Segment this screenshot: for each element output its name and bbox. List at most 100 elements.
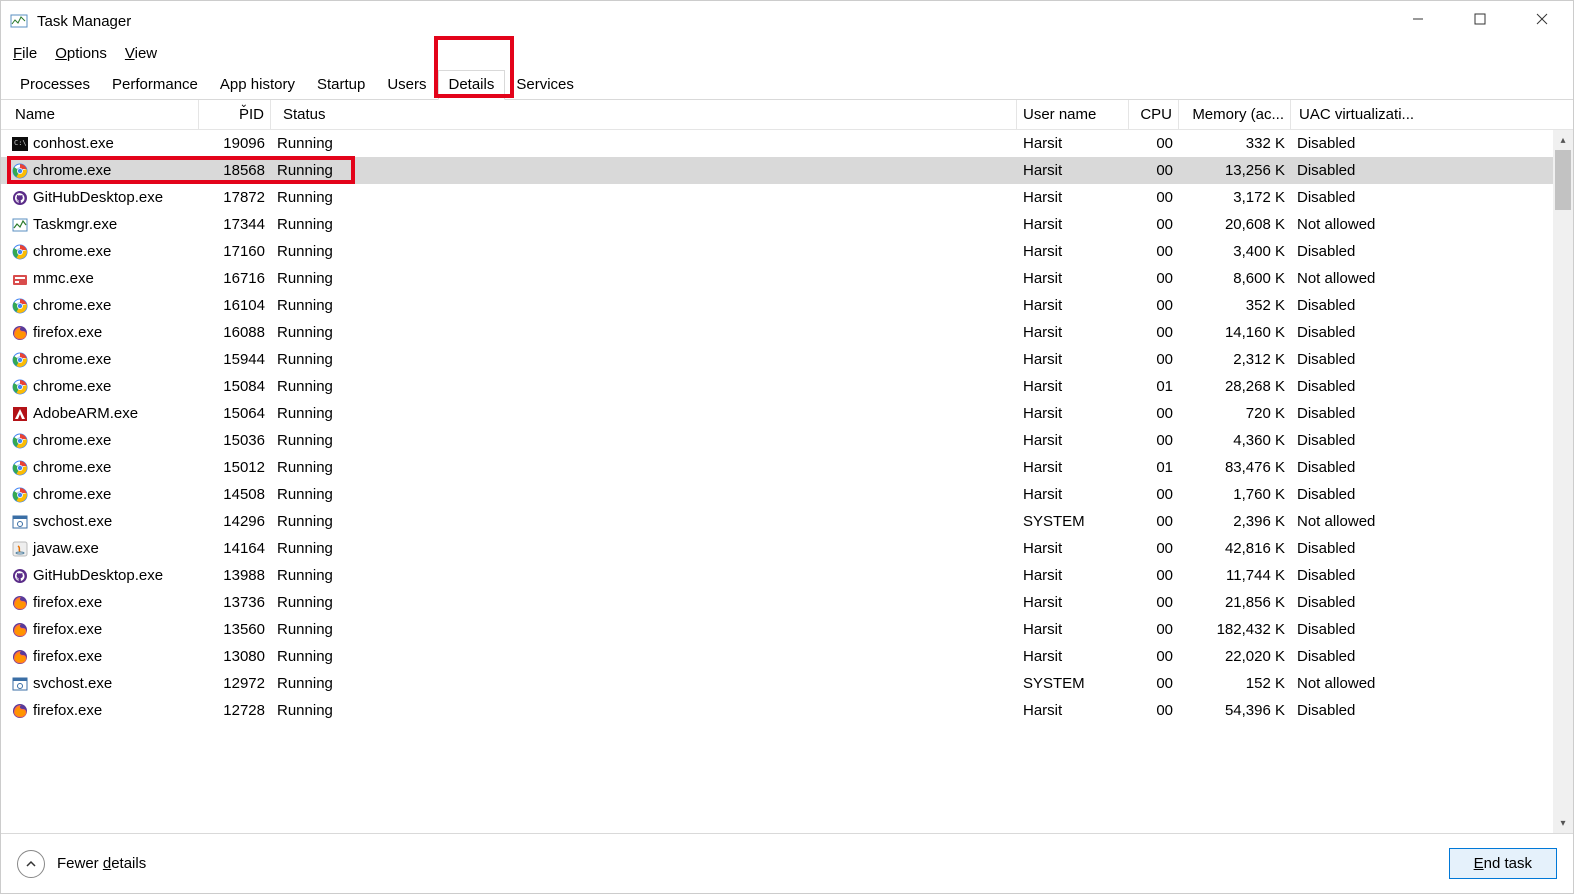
chrome-icon — [11, 351, 29, 369]
github-icon — [11, 567, 29, 585]
process-name: GitHubDesktop.exe — [33, 189, 163, 206]
process-memory: 8,600 K — [1179, 270, 1291, 287]
process-uac: Disabled — [1291, 648, 1423, 665]
process-row[interactable]: chrome.exe17160RunningHarsit003,400 KDis… — [1, 238, 1573, 265]
process-row[interactable]: firefox.exe13736RunningHarsit0021,856 KD… — [1, 589, 1573, 616]
tab-app-history[interactable]: App history — [209, 70, 306, 99]
tab-users[interactable]: Users — [376, 70, 437, 99]
process-row[interactable]: chrome.exe14508RunningHarsit001,760 KDis… — [1, 481, 1573, 508]
process-name: firefox.exe — [33, 594, 102, 611]
chrome-icon — [11, 162, 29, 180]
process-row[interactable]: Taskmgr.exe17344RunningHarsit0020,608 KN… — [1, 211, 1573, 238]
process-name: svchost.exe — [33, 513, 112, 530]
process-row[interactable]: javaw.exe14164RunningHarsit0042,816 KDis… — [1, 535, 1573, 562]
chrome-icon — [11, 297, 29, 315]
menu-view[interactable]: View — [125, 45, 157, 62]
process-cpu: 00 — [1129, 675, 1179, 692]
process-row[interactable]: svchost.exe12972RunningSYSTEM00152 KNot … — [1, 670, 1573, 697]
tab-processes[interactable]: Processes — [9, 70, 101, 99]
process-user: Harsit — [1017, 567, 1129, 584]
process-row[interactable]: firefox.exe12728RunningHarsit0054,396 KD… — [1, 697, 1573, 724]
process-pid: 18568 — [199, 162, 271, 179]
scroll-down-icon[interactable]: ▾ — [1553, 813, 1573, 833]
col-header-cpu[interactable]: CPU — [1129, 100, 1179, 129]
tab-details[interactable]: Details — [438, 70, 506, 100]
process-pid: 13080 — [199, 648, 271, 665]
fewer-details-button[interactable]: Fewer details — [17, 850, 146, 878]
process-memory: 28,268 K — [1179, 378, 1291, 395]
process-name: firefox.exe — [33, 621, 102, 638]
col-header-uac[interactable]: UAC virtualizati... — [1291, 100, 1423, 129]
process-user: Harsit — [1017, 702, 1129, 719]
col-header-memory[interactable]: Memory (ac... — [1179, 100, 1291, 129]
close-button[interactable] — [1511, 1, 1573, 37]
process-cpu: 00 — [1129, 702, 1179, 719]
sort-descending-icon: ⌄ — [240, 100, 248, 110]
process-row[interactable]: AdobeARM.exe15064RunningHarsit00720 KDis… — [1, 400, 1573, 427]
process-row[interactable]: svchost.exe14296RunningSYSTEM002,396 KNo… — [1, 508, 1573, 535]
tab-performance[interactable]: Performance — [101, 70, 209, 99]
svchost-icon — [11, 675, 29, 693]
menu-file[interactable]: File — [13, 45, 37, 62]
process-status: Running — [271, 351, 1017, 368]
app-icon — [9, 11, 29, 31]
process-name: chrome.exe — [33, 297, 111, 314]
maximize-button[interactable] — [1449, 1, 1511, 37]
process-user: Harsit — [1017, 270, 1129, 287]
process-row[interactable]: chrome.exe18568RunningHarsit0013,256 KDi… — [1, 157, 1573, 184]
firefox-icon — [11, 324, 29, 342]
footer: Fewer details End task — [1, 833, 1573, 893]
process-memory: 22,020 K — [1179, 648, 1291, 665]
process-name: svchost.exe — [33, 675, 112, 692]
process-row[interactable]: C:\conhost.exe19096RunningHarsit00332 KD… — [1, 130, 1573, 157]
col-header-name[interactable]: Name — [1, 100, 199, 129]
process-cpu: 00 — [1129, 567, 1179, 584]
process-row[interactable]: mmc.exe16716RunningHarsit008,600 KNot al… — [1, 265, 1573, 292]
process-row[interactable]: GitHubDesktop.exe13988RunningHarsit0011,… — [1, 562, 1573, 589]
vertical-scrollbar[interactable]: ▴ ▾ — [1553, 130, 1573, 833]
process-row[interactable]: firefox.exe16088RunningHarsit0014,160 KD… — [1, 319, 1573, 346]
process-name: chrome.exe — [33, 432, 111, 449]
process-status: Running — [271, 432, 1017, 449]
process-row[interactable]: GitHubDesktop.exe17872RunningHarsit003,1… — [1, 184, 1573, 211]
process-row[interactable]: chrome.exe15084RunningHarsit0128,268 KDi… — [1, 373, 1573, 400]
process-status: Running — [271, 135, 1017, 152]
process-pid: 13988 — [199, 567, 271, 584]
process-row[interactable]: chrome.exe15012RunningHarsit0183,476 KDi… — [1, 454, 1573, 481]
svg-text:C:\: C:\ — [14, 139, 27, 147]
process-user: Harsit — [1017, 189, 1129, 206]
col-header-status[interactable]: Status — [271, 100, 1017, 129]
process-status: Running — [271, 378, 1017, 395]
process-name: javaw.exe — [33, 540, 99, 557]
process-uac: Disabled — [1291, 594, 1423, 611]
process-pid: 15036 — [199, 432, 271, 449]
scroll-up-icon[interactable]: ▴ — [1553, 130, 1573, 150]
col-header-user[interactable]: User name — [1017, 100, 1129, 129]
tabstrip: ProcessesPerformanceApp historyStartupUs… — [1, 68, 1573, 100]
end-task-button[interactable]: End task — [1449, 848, 1557, 879]
process-pid: 15012 — [199, 459, 271, 476]
process-user: Harsit — [1017, 621, 1129, 638]
tab-services[interactable]: Services — [505, 70, 585, 99]
process-row[interactable]: chrome.exe16104RunningHarsit00352 KDisab… — [1, 292, 1573, 319]
process-uac: Not allowed — [1291, 216, 1423, 233]
process-row[interactable]: chrome.exe15944RunningHarsit002,312 KDis… — [1, 346, 1573, 373]
process-row[interactable]: firefox.exe13560RunningHarsit00182,432 K… — [1, 616, 1573, 643]
titlebar: Task Manager — [1, 1, 1573, 41]
process-pid: 17160 — [199, 243, 271, 260]
tab-startup[interactable]: Startup — [306, 70, 376, 99]
menu-options[interactable]: Options — [55, 45, 107, 62]
process-cpu: 00 — [1129, 486, 1179, 503]
process-row[interactable]: firefox.exe13080RunningHarsit0022,020 KD… — [1, 643, 1573, 670]
col-header-pid[interactable]: PID ⌄ — [199, 100, 271, 129]
minimize-button[interactable] — [1387, 1, 1449, 37]
process-cpu: 00 — [1129, 540, 1179, 557]
process-pid: 19096 — [199, 135, 271, 152]
process-row[interactable]: chrome.exe15036RunningHarsit004,360 KDis… — [1, 427, 1573, 454]
process-memory: 1,760 K — [1179, 486, 1291, 503]
scroll-track[interactable] — [1553, 150, 1573, 813]
scroll-thumb[interactable] — [1555, 150, 1571, 210]
process-memory: 182,432 K — [1179, 621, 1291, 638]
process-uac: Disabled — [1291, 567, 1423, 584]
process-uac: Disabled — [1291, 432, 1423, 449]
